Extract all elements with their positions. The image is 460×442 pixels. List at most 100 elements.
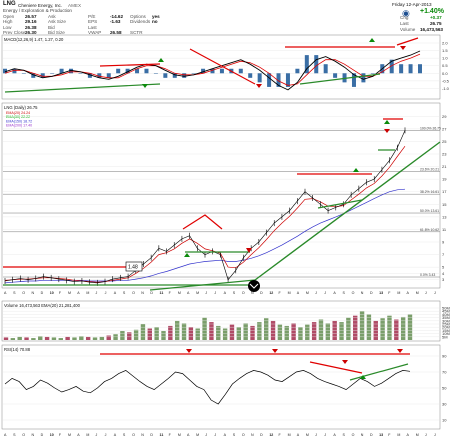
macd-hist-bar — [144, 68, 149, 74]
rsi-x-label: 11 — [160, 433, 164, 437]
rsi-x-label: A — [297, 433, 300, 437]
rsi-x-label: 12 — [269, 433, 273, 437]
price-x-label: D — [150, 291, 153, 295]
macd-tick-label: -1.0 — [442, 86, 450, 91]
price-tick-label: 19 — [442, 177, 447, 182]
rsi-x-label: N — [361, 433, 364, 437]
change-value: +0.37 — [430, 15, 442, 20]
price-x-label: M — [397, 291, 400, 295]
volume-bar — [72, 337, 77, 340]
price-x-label: 11 — [160, 291, 164, 295]
price-x-label: M — [196, 291, 199, 295]
volume-bar — [277, 324, 283, 340]
macd-title: MACD(12,26,9) 1.47, 1.27, 0.20 — [4, 37, 64, 42]
macd-tick-label: 1.5 — [442, 48, 448, 53]
rsi-x-label: S — [233, 433, 236, 437]
price-x-label: J — [434, 291, 436, 295]
price-x-label: J — [425, 291, 427, 295]
rsi-frame — [1, 344, 441, 430]
rsi-x-label: J — [205, 433, 207, 437]
volume-bar — [305, 324, 310, 340]
rsi-tick-label: 30 — [442, 402, 447, 407]
rsi-x-label: 13 — [379, 433, 383, 437]
rsi-x-label: F — [388, 433, 391, 437]
rsi-tick-label: 90 — [442, 354, 447, 359]
volume-bar — [10, 338, 16, 340]
volume-bar — [106, 335, 111, 340]
price-x-label: A — [114, 291, 117, 295]
date: Friday 12-Apr-2013 — [392, 2, 432, 7]
rsi-x-label: D — [150, 433, 153, 437]
price-x-label: M — [288, 291, 291, 295]
fib-label: 38.2% 16.61 — [420, 190, 439, 194]
rsi-x-label: J — [95, 433, 97, 437]
macd-hist-bar — [153, 73, 158, 74]
rsi-x-label: J — [105, 433, 107, 437]
rsi-x-label: N — [251, 433, 254, 437]
macd-tick-label: -0.5 — [442, 78, 450, 83]
rsi-x-label: F — [278, 433, 281, 437]
rsi-x-label: M — [288, 433, 291, 437]
volume-bar — [229, 324, 235, 340]
macd-hist-bar — [238, 68, 243, 74]
rsi-x-label: O — [22, 433, 25, 437]
quote-value: -1.63 — [110, 19, 121, 25]
macd-hist-bar — [219, 68, 224, 74]
rsi-x-label: S — [13, 433, 16, 437]
rsi-x-label: J — [425, 433, 427, 437]
macd-hist-bar — [50, 73, 55, 74]
rsi-x-label: F — [59, 433, 62, 437]
price-tick-label: 7 — [442, 252, 445, 257]
price-tick-label: 27 — [442, 126, 447, 131]
macd-hist-bar — [295, 68, 300, 74]
macd-hist-bar — [116, 68, 121, 74]
macd-hist-bar — [418, 64, 422, 74]
rsi-x-label: D — [41, 433, 44, 437]
symbol: LNG — [3, 1, 16, 7]
rsi-x-label: N — [141, 433, 144, 437]
price-x-label: A — [297, 291, 300, 295]
volume-bar — [353, 315, 358, 340]
price-x-label: A — [77, 291, 80, 295]
macd-frame — [1, 34, 441, 100]
fib-label: 61.8% 10.62 — [420, 228, 439, 232]
price-tick-label: 21 — [442, 164, 447, 169]
volume-bar — [3, 337, 9, 340]
rsi-x-label: A — [4, 433, 7, 437]
price-tick-label: 13 — [442, 214, 447, 219]
macd-hist-bar — [314, 55, 319, 74]
macd-tick-label: 0.5 — [442, 63, 448, 68]
price-tick-label: 23 — [442, 152, 447, 157]
price-x-label: J — [214, 291, 216, 295]
price-x-label: M — [68, 291, 71, 295]
price-x-label: M — [416, 291, 419, 295]
price-x-label: D — [41, 291, 44, 295]
rsi-tick-label: 10 — [442, 418, 447, 423]
price-x-label: M — [178, 291, 181, 295]
last-label: Last — [400, 21, 409, 26]
volume-bar — [161, 331, 166, 340]
price-x-label: D — [260, 291, 263, 295]
volume-bar — [92, 337, 98, 340]
macd-hist-bar — [370, 73, 375, 74]
rsi-x-label: M — [397, 433, 400, 437]
price-x-label: F — [59, 291, 62, 295]
volume-bar — [133, 329, 139, 340]
price-tick-label: 15 — [442, 202, 447, 207]
price-x-label: S — [233, 291, 236, 295]
volume-bar — [311, 322, 317, 340]
macd-hist-bar — [163, 73, 168, 78]
price-panel: LNG (Daily) 26.75 EMA(20) 24.24EMA(50) 2… — [1, 102, 447, 295]
volume-bar — [113, 334, 118, 340]
volume-bar — [216, 325, 221, 340]
rsi-x-label: M — [306, 433, 309, 437]
price-x-label: A — [224, 291, 227, 295]
volume-bar — [58, 338, 63, 340]
price-x-label: J — [205, 291, 207, 295]
macd-hist-bar — [323, 64, 328, 74]
rsi-x-label: J — [324, 433, 326, 437]
macd-hist-bar — [408, 64, 413, 74]
price-legend: EMA(20) 24.24EMA(50) 22.22EMA(150) 18.72… — [6, 111, 32, 128]
price-x-label: A — [4, 291, 7, 295]
rsi-panel: RSI(14) 70.88 90 70 50 30 10 A S O N D 10 F M A M J J A S… — [1, 344, 447, 437]
